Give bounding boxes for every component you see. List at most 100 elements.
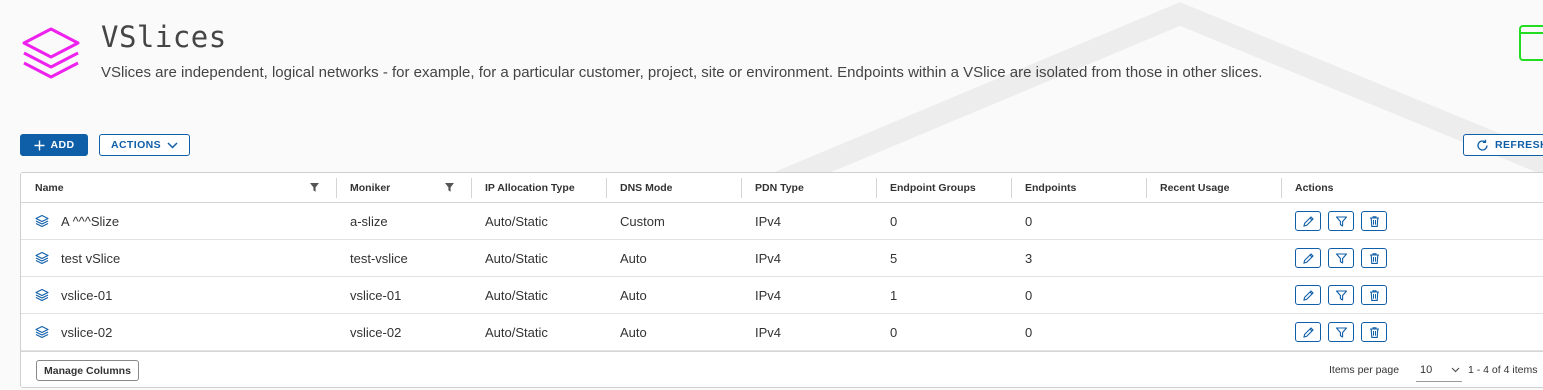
edit-button[interactable] — [1295, 211, 1321, 231]
cell-dns-mode: Auto — [606, 314, 647, 350]
trash-icon — [1369, 326, 1379, 338]
items-per-page-label: Items per page — [1329, 364, 1400, 376]
cell-endpoints: 0 — [1011, 314, 1032, 350]
edit-button[interactable] — [1295, 322, 1321, 342]
layers-icon — [35, 325, 49, 339]
cell-ip-allocation: Auto/Static — [471, 277, 548, 313]
column-header-name[interactable]: Name — [21, 173, 336, 203]
filter-button[interactable] — [1328, 322, 1354, 342]
cell-endpoint-groups: 0 — [876, 203, 897, 239]
moniker-value: vslice-01 — [350, 287, 402, 303]
pencil-icon — [1302, 289, 1314, 301]
actions-dropdown-button[interactable]: ACTIONS — [99, 134, 190, 156]
moniker-value: test-vslice — [350, 250, 408, 266]
dns-mode-value: Auto — [620, 287, 647, 303]
filter-button[interactable] — [1328, 211, 1354, 231]
pdn-type-value: IPv4 — [755, 324, 782, 340]
endpoint-groups-value: 5 — [890, 250, 898, 266]
dns-mode-value: Auto — [620, 250, 647, 266]
endpoint-groups-value: 1 — [890, 287, 898, 303]
filter-icon — [1335, 326, 1347, 338]
filter-icon[interactable] — [309, 182, 320, 193]
column-header-actions: Actions — [1295, 182, 1334, 194]
cell-ip-allocation: Auto/Static — [471, 240, 548, 276]
cell-moniker: vslice-02 — [336, 314, 401, 350]
moniker-value: vslice-02 — [350, 324, 402, 340]
refresh-button-label: REFRESH — [1495, 139, 1543, 151]
cell-dns-mode: Auto — [606, 277, 647, 313]
name-value: vslice-01 — [61, 287, 113, 303]
cell-name: vslice-02 — [21, 314, 112, 350]
cell-endpoints: 3 — [1011, 240, 1032, 276]
endpoints-value: 3 — [1025, 250, 1033, 266]
edit-button[interactable] — [1295, 285, 1321, 305]
page-size-value: 10 — [1420, 363, 1433, 376]
cell-endpoint-groups: 0 — [876, 314, 897, 350]
layers-icon — [22, 27, 80, 79]
delete-button[interactable] — [1361, 285, 1387, 305]
cell-pdn-type: IPv4 — [741, 203, 781, 239]
pencil-icon — [1302, 215, 1314, 227]
ip-allocation-value: Auto/Static — [485, 324, 548, 340]
page-title: VSlices — [101, 20, 227, 54]
delete-button[interactable] — [1361, 211, 1387, 231]
cell-ip-allocation: Auto/Static — [471, 203, 548, 239]
dns-mode-value: Custom — [620, 213, 665, 229]
column-header-dns-mode[interactable]: DNS Mode — [606, 173, 673, 203]
cell-name: A ^^^Slize — [21, 203, 119, 239]
endpoint-groups-value: 0 — [890, 324, 898, 340]
table-footer: Manage Columns Items per page 10 1 - 4 o… — [21, 351, 1543, 387]
cell-dns-mode: Auto — [606, 240, 647, 276]
chevron-down-icon — [167, 141, 178, 149]
column-header-recent-usage[interactable]: Recent Usage — [1146, 173, 1229, 203]
page: VSlices VSlices are independent, logical… — [0, 0, 1543, 390]
filter-button[interactable] — [1328, 248, 1354, 268]
cell-moniker: test-vslice — [336, 240, 408, 276]
refresh-button[interactable]: REFRESH — [1463, 134, 1543, 156]
column-header-endpoints[interactable]: Endpoints — [1011, 173, 1076, 203]
ip-allocation-value: Auto/Static — [485, 287, 548, 303]
cell-pdn-type: IPv4 — [741, 277, 781, 313]
table-row[interactable]: vslice-02 vslice-02 Auto/Static Auto IPv4 0 0 — [21, 314, 1543, 351]
manage-columns-button[interactable]: Manage Columns — [36, 360, 139, 381]
cell-moniker: a-slize — [336, 203, 388, 239]
table-row[interactable]: vslice-01 vslice-01 Auto/Static Auto IPv4 1 0 — [21, 277, 1543, 314]
delete-button[interactable] — [1361, 248, 1387, 268]
trash-icon — [1369, 252, 1379, 264]
cell-recent-usage — [1146, 314, 1160, 350]
ip-allocation-value: Auto/Static — [485, 213, 548, 229]
layers-icon — [35, 251, 49, 265]
pagination-range: 1 - 4 of 4 items — [1468, 364, 1538, 376]
chevron-down-icon — [1451, 367, 1460, 373]
delete-button[interactable] — [1361, 322, 1387, 342]
window-icon[interactable] — [1518, 24, 1543, 62]
cell-endpoint-groups: 5 — [876, 240, 897, 276]
endpoints-value: 0 — [1025, 324, 1033, 340]
refresh-icon — [1477, 139, 1488, 151]
cell-name: test vSlice — [21, 240, 120, 276]
column-header-ip-allocation-type[interactable]: IP Allocation Type — [471, 173, 575, 203]
cell-endpoints: 0 — [1011, 203, 1032, 239]
pdn-type-value: IPv4 — [755, 250, 782, 266]
column-header-pdn-type[interactable]: PDN Type — [741, 173, 804, 203]
pdn-type-value: IPv4 — [755, 213, 782, 229]
trash-icon — [1369, 289, 1379, 301]
filter-icon[interactable] — [444, 182, 455, 193]
filter-icon — [1335, 215, 1347, 227]
cell-recent-usage — [1146, 277, 1160, 313]
filter-icon — [1335, 252, 1347, 264]
column-header-endpoint-groups[interactable]: Endpoint Groups — [876, 173, 976, 203]
table-row[interactable]: test vSlice test-vslice Auto/Static Auto IPv… — [21, 240, 1543, 277]
add-button[interactable]: ADD — [20, 134, 88, 156]
edit-button[interactable] — [1295, 248, 1321, 268]
page-size-select[interactable]: 10 — [1416, 358, 1462, 382]
cell-moniker: vslice-01 — [336, 277, 401, 313]
filter-button[interactable] — [1328, 285, 1354, 305]
actions-button-label: ACTIONS — [110, 139, 162, 151]
filter-icon — [1335, 289, 1347, 301]
cell-pdn-type: IPv4 — [741, 314, 781, 350]
table-row[interactable]: A ^^^Slize a-slize Auto/Static Custom IPv4 0 0 — [21, 203, 1543, 240]
name-value: test vSlice — [61, 250, 121, 266]
endpoint-groups-value: 0 — [890, 213, 898, 229]
cell-ip-allocation: Auto/Static — [471, 314, 548, 350]
